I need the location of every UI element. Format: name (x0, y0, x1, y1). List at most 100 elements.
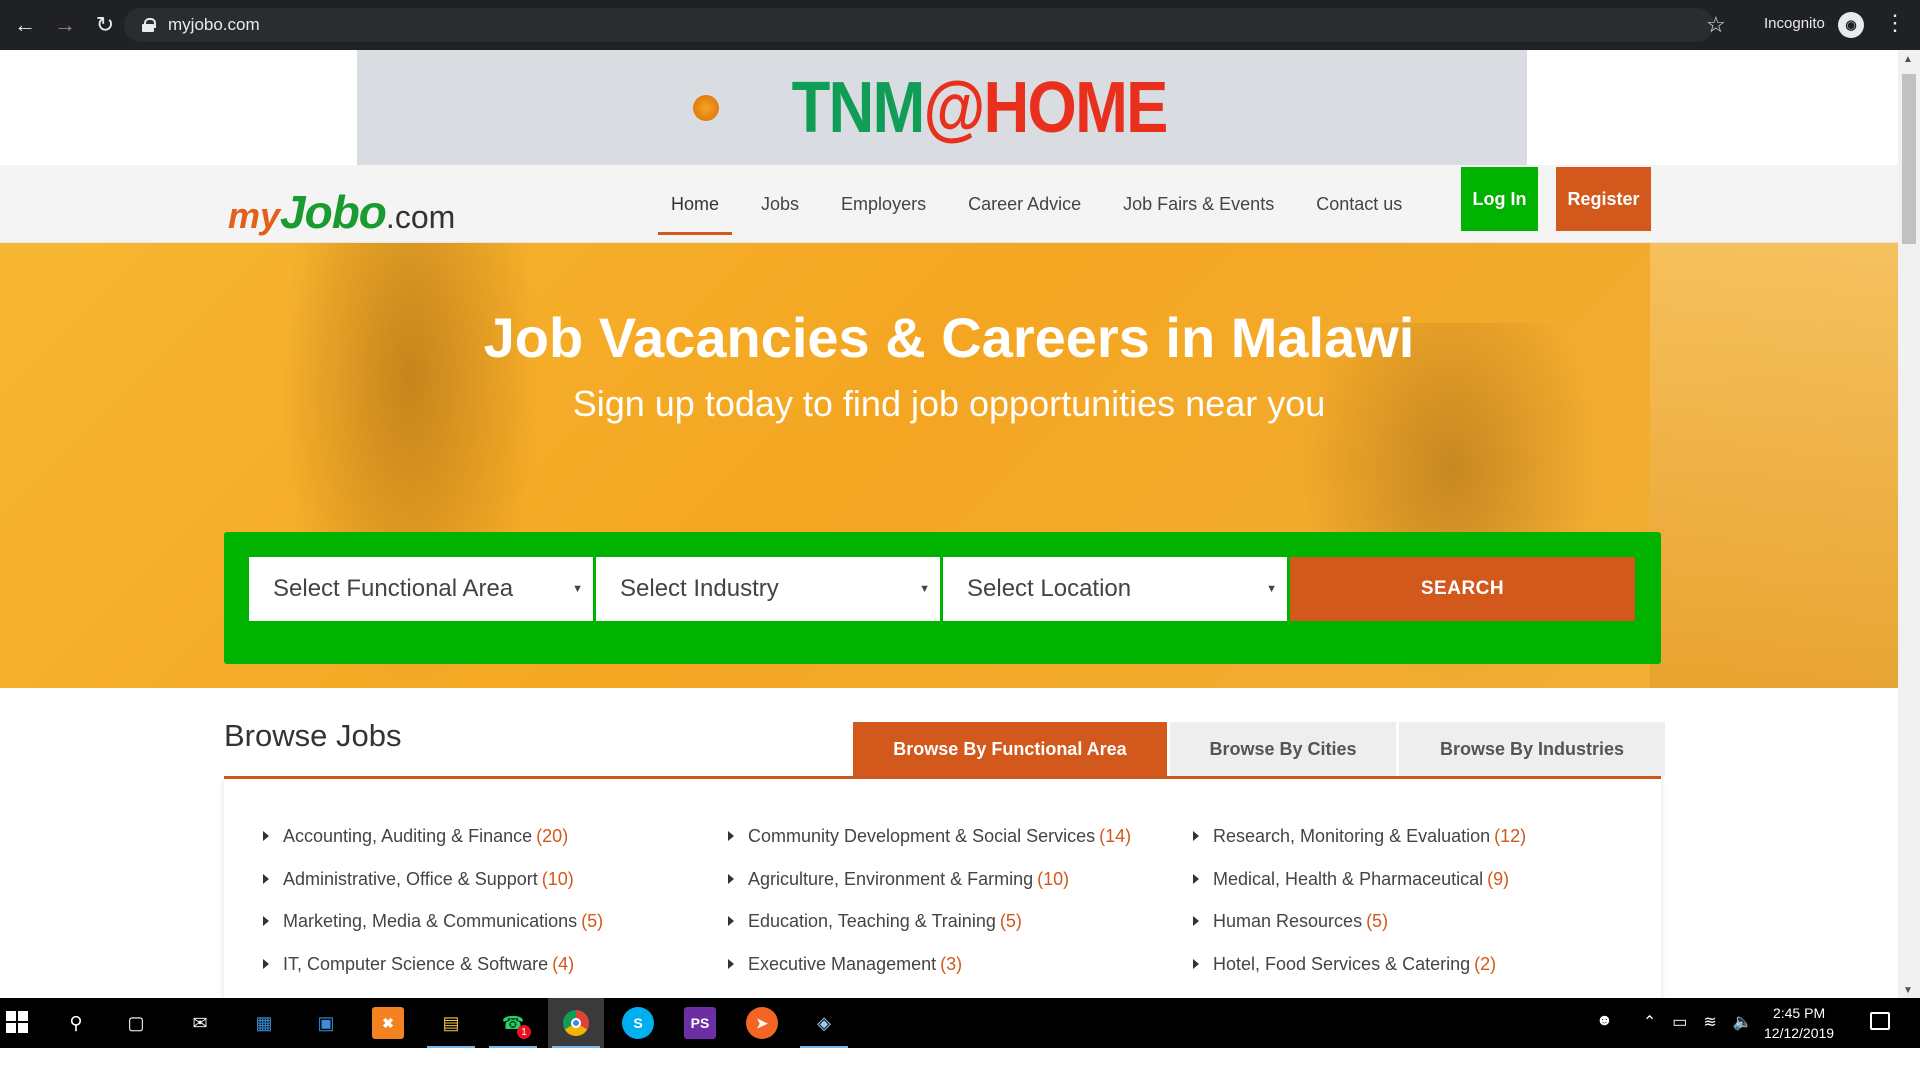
category-label: IT, Computer Science & Software (283, 953, 549, 974)
battery-icon[interactable]: ▭ (1672, 1012, 1687, 1032)
remote-desktop-icon[interactable]: ▣ (310, 1007, 342, 1039)
category-count: (12) (1494, 826, 1527, 846)
system-clock[interactable]: 2:45 PM 12/12/2019 (1764, 1003, 1834, 1043)
category-link[interactable]: IT, Computer Science & Software (4) (263, 954, 603, 997)
phpstorm-icon[interactable]: PS (684, 1007, 716, 1039)
screen-bottom-margin (0, 1048, 1920, 1080)
wifi-icon[interactable]: ≋ (1703, 1012, 1716, 1032)
caret-right-icon (1193, 958, 1199, 969)
people-icon[interactable]: ☻ (1596, 1012, 1613, 1032)
logo-jobo: Jobo (280, 186, 387, 238)
nav-employers[interactable]: Employers (841, 165, 926, 243)
scrollbar-thumb[interactable] (1902, 74, 1916, 244)
category-label: Accounting, Auditing & Finance (283, 826, 533, 846)
task-view-icon[interactable]: ▢ (120, 1007, 152, 1039)
nav-home[interactable]: Home (657, 165, 733, 243)
back-icon[interactable]: ← (10, 10, 40, 40)
incognito-icon[interactable]: ◉ (1838, 12, 1864, 38)
category-count: (3) (940, 953, 963, 974)
category-label: Medical, Health & Pharmaceutical (1213, 868, 1484, 889)
nav-career-advice[interactable]: Career Advice (968, 165, 1081, 243)
category-label: Agriculture, Environment & Farming (748, 868, 1034, 889)
category-count: (20) (536, 826, 569, 846)
functional-area-select[interactable]: Select Functional Area ▼ (249, 557, 593, 621)
xampp-icon[interactable]: ✖ (372, 1007, 404, 1039)
category-count: (14) (1099, 826, 1132, 846)
category-count: (5) (581, 911, 604, 931)
ad-text: TNM@HOME (792, 67, 1169, 149)
tab-functional-area[interactable]: Browse By Functional Area (853, 722, 1167, 776)
category-count: (10) (1037, 868, 1070, 889)
address-bar[interactable]: myjobo.com (124, 8, 1714, 42)
category-link[interactable]: Hotel, Food Services & Catering (2) (1193, 954, 1526, 997)
web-page: TNM@HOME my Jobo .com Home Jobs Employers … (0, 50, 1898, 998)
caret-right-icon (263, 958, 269, 969)
category-count: (5) (1366, 911, 1389, 931)
mail-icon[interactable]: ✉ (184, 1007, 216, 1039)
chevron-down-icon: ▼ (1266, 583, 1277, 595)
url-text[interactable]: myjobo.com (168, 15, 260, 35)
location-select[interactable]: Select Location ▼ (943, 557, 1287, 621)
nav-job-fairs[interactable]: Job Fairs & Events (1123, 165, 1274, 243)
category-column-1: Accounting, Auditing & Finance (20) Admin… (263, 826, 603, 996)
reload-icon[interactable]: ↻ (90, 10, 120, 40)
main-nav: Home Jobs Employers Career Advice Job Fa… (650, 165, 1423, 243)
browser-menu-icon[interactable]: ⋮ (1884, 10, 1906, 36)
caret-right-icon (1193, 831, 1199, 841)
notifications-icon[interactable] (1870, 1012, 1890, 1030)
register-button[interactable]: Register (1556, 167, 1651, 231)
category-link[interactable]: Medical, Health & Pharmaceutical (9) (1193, 869, 1526, 912)
category-count: (9) (1487, 868, 1510, 889)
category-link[interactable]: Administrative, Office & Support (10) (263, 869, 603, 912)
bookmark-star-icon[interactable]: ☆ (1706, 12, 1726, 38)
login-button[interactable]: Log In (1461, 167, 1538, 231)
search-icon[interactable]: ⚲ (60, 1007, 92, 1039)
chrome-icon[interactable] (552, 1007, 600, 1048)
logo-com: .com (385, 199, 456, 235)
browse-jobs-title: Browse Jobs (224, 718, 402, 753)
windows-start-icon[interactable] (6, 1011, 28, 1033)
category-count: (5) (999, 911, 1022, 931)
whatsapp-icon[interactable]: ☎ 1 (489, 1007, 537, 1048)
category-count: (4) (552, 953, 575, 974)
category-link[interactable]: Marketing, Media & Communications (5) (263, 911, 603, 954)
category-link[interactable]: Agriculture, Environment & Farming (10) (728, 869, 1131, 912)
scroll-down-icon[interactable]: ▼ (1903, 985, 1913, 996)
volume-icon[interactable]: 🔈 (1733, 1012, 1753, 1032)
category-link[interactable]: Accounting, Auditing & Finance (20) (263, 826, 603, 869)
hero-section: Job Vacancies & Careers in Malawi Sign u… (0, 243, 1898, 688)
file-explorer-icon[interactable]: ▤ (427, 1007, 475, 1048)
industry-select[interactable]: Select Industry ▼ (596, 557, 940, 621)
category-count: (10) (541, 868, 574, 889)
banner-ad[interactable]: TNM@HOME (357, 50, 1527, 165)
category-label: Executive Management (748, 953, 937, 974)
category-link[interactable]: Education, Teaching & Training (5) (728, 911, 1131, 954)
tab-cities[interactable]: Browse By Cities (1170, 722, 1396, 776)
category-link[interactable]: Executive Management (3) (728, 954, 1131, 997)
chevron-down-icon: ▼ (919, 583, 930, 595)
page-scrollbar[interactable]: ▲ ▼ (1898, 50, 1920, 998)
category-link[interactable]: Community Development & Social Services(… (728, 826, 1131, 869)
skype-icon[interactable]: S (622, 1007, 654, 1039)
nav-contact[interactable]: Contact us (1316, 165, 1402, 243)
forward-icon[interactable]: → (50, 10, 80, 40)
logo-my: my (228, 195, 281, 236)
chevron-up-icon[interactable]: ⌃ (1643, 1012, 1656, 1032)
category-link[interactable]: Human Resources (5) (1193, 911, 1526, 954)
hero-subtitle: Sign up today to find job opportunities … (572, 383, 1326, 424)
search-button[interactable]: SEARCH (1290, 557, 1635, 621)
windows-taskbar: ⚲ ▢ ✉ ▦ ▣ ✖ ▤ ☎ 1 S PS ➤ ◈ ☻ ⌃ ▭ ≋ 🔈 2:45… (0, 998, 1920, 1048)
browse-tabs: Browse By Functional Area Browse By Citi… (853, 722, 1668, 776)
site-logo[interactable]: my Jobo .com (228, 185, 455, 239)
tab-industries[interactable]: Browse By Industries (1399, 722, 1665, 776)
nav-jobs[interactable]: Jobs (761, 165, 799, 243)
network-app-icon[interactable]: ▦ (248, 1007, 280, 1039)
scroll-up-icon[interactable]: ▲ (1903, 54, 1913, 65)
category-label: Human Resources (1213, 911, 1363, 931)
caret-right-icon (263, 831, 269, 841)
category-link[interactable]: Research, Monitoring & Evaluation (12) (1193, 826, 1526, 869)
caret-right-icon (1193, 873, 1199, 884)
category-label: Community Development & Social Services (748, 826, 1096, 846)
virtualbox-icon[interactable]: ◈ (800, 1007, 848, 1048)
postman-icon[interactable]: ➤ (746, 1007, 778, 1039)
